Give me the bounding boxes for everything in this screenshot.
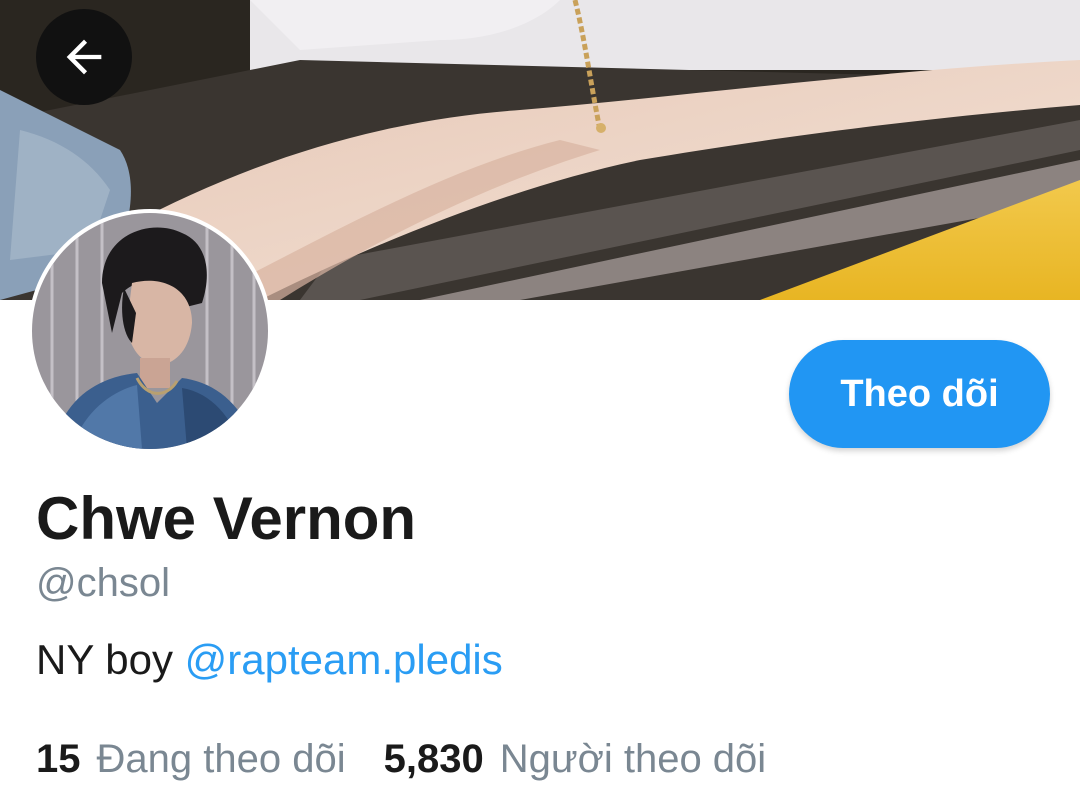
profile-stats: 15 Đang theo dõi 5,830 Người theo dõi	[36, 737, 766, 782]
following-stat[interactable]: 15 Đang theo dõi	[36, 737, 346, 782]
display-name: Chwe Vernon	[36, 485, 417, 552]
arrow-left-icon	[66, 39, 102, 75]
bio-text: NY boy	[36, 636, 185, 683]
followers-stat[interactable]: 5,830 Người theo dõi	[384, 737, 767, 782]
avatar-image	[32, 213, 268, 449]
back-button[interactable]	[36, 9, 132, 105]
followers-count: 5,830	[383, 737, 484, 781]
user-handle: @chsol	[36, 561, 170, 605]
avatar[interactable]	[28, 209, 272, 453]
bio: NY boy @rapteam.pledis	[36, 636, 503, 684]
following-label: Đang theo dõi	[96, 737, 346, 781]
following-count: 15	[36, 737, 81, 781]
profile-page: Theo dõi Chwe Vernon @chsol NY boy @rapt…	[0, 0, 1080, 807]
follow-button[interactable]: Theo dõi	[789, 340, 1050, 448]
bio-mention-link[interactable]: @rapteam.pledis	[185, 636, 503, 683]
followers-label: Người theo dõi	[499, 737, 767, 781]
